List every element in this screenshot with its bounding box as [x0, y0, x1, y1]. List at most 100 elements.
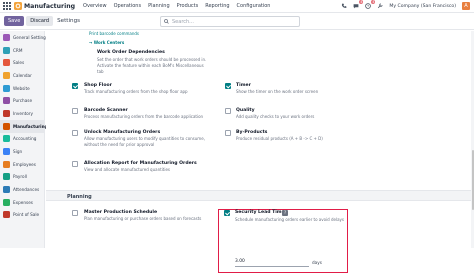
- phone-icon: [342, 3, 347, 8]
- sidebar-item-attendances[interactable]: Attendances: [0, 183, 44, 196]
- byproducts-desc: Produce residual products (A + B -> C + …: [236, 136, 323, 141]
- planning-section-header: Planning: [46, 190, 471, 201]
- sign-icon: [3, 148, 10, 156]
- sidebar-item-point-of-sale[interactable]: Point of Sale: [0, 209, 44, 222]
- settings-sidebar: General Settings CRM Sales Calendar Webs…: [0, 31, 48, 248]
- timer-checkbox[interactable]: [225, 83, 231, 89]
- website-icon: [3, 84, 10, 92]
- tools-button[interactable]: [377, 3, 383, 9]
- menu-configuration[interactable]: Configuration: [237, 3, 271, 9]
- allocation-report-desc: View and allocate manufactured quantitie…: [84, 167, 171, 172]
- mps-desc: Plan manufacturing or purchase orders ba…: [84, 216, 202, 221]
- sidebar-item-label: Manufacturing: [13, 123, 48, 129]
- quality-checkbox[interactable]: [225, 108, 231, 114]
- scrollbar-thumb[interactable]: [471, 150, 474, 210]
- menu-reporting[interactable]: Reporting: [205, 3, 229, 9]
- timer-desc: Show the timer on the work order screen: [236, 89, 319, 94]
- barcode-scanner-checkbox[interactable]: [72, 108, 78, 114]
- menu-planning[interactable]: Planning: [148, 3, 170, 9]
- allocation-report-checkbox[interactable]: [72, 161, 78, 167]
- mps-checkbox[interactable]: [72, 210, 78, 216]
- unlock-mo-title: Unlock Manufacturing Orders: [84, 130, 161, 135]
- sidebar-item-purchase[interactable]: Purchase: [0, 94, 44, 107]
- planning-section-title: Planning: [67, 193, 92, 200]
- menu-overview[interactable]: Overview: [83, 3, 107, 9]
- mps-title: Master Production Schedule: [84, 210, 158, 215]
- sidebar-item-sign[interactable]: Sign: [0, 145, 44, 158]
- sidebar-item-accounting[interactable]: Accounting: [0, 133, 44, 146]
- shop-floor-title: Shop Floor: [84, 83, 112, 88]
- byproducts-title: By-Products: [236, 130, 268, 135]
- main-menu: Overview Operations Planning Products Re…: [83, 3, 270, 9]
- allocation-report-title: Allocation Report for Manufacturing Orde…: [84, 161, 197, 166]
- manufacturing-logo-icon: [14, 2, 22, 10]
- wod-title: Work Order Dependencies: [97, 50, 165, 55]
- sidebar-item-manufacturing[interactable]: Manufacturing: [0, 119, 48, 133]
- employees-icon: [3, 160, 10, 168]
- sidebar-item-inventory[interactable]: Inventory: [0, 107, 44, 120]
- sidebar-item-website[interactable]: Website: [0, 82, 44, 95]
- save-button[interactable]: Save: [4, 16, 25, 26]
- point-of-sale-icon: [3, 211, 10, 219]
- work-centers-link[interactable]: → Work Centers: [89, 40, 124, 45]
- inventory-icon: [3, 109, 10, 117]
- unlock-mo-desc-line1: Allow manufacturing users to modify quan…: [84, 136, 205, 141]
- sidebar-item-label: Employees: [13, 161, 36, 167]
- help-icon[interactable]: ?: [282, 209, 288, 216]
- activity-count-badge: 4: [371, 0, 376, 4]
- sidebar-item-label: Payroll: [13, 174, 27, 180]
- search-input[interactable]: Search...: [160, 16, 300, 27]
- discard-button[interactable]: Discard: [26, 16, 54, 26]
- quality-title: Quality: [236, 108, 255, 113]
- shop-floor-desc: Track manufacturing orders from the shop…: [84, 89, 188, 94]
- accounting-icon: [3, 135, 10, 143]
- sidebar-item-expenses[interactable]: Expenses: [0, 196, 44, 209]
- chat-icon: [353, 4, 359, 9]
- user-avatar[interactable]: A: [462, 2, 470, 10]
- quality-desc: Add quality checks to your work orders: [236, 114, 315, 119]
- sidebar-item-crm[interactable]: CRM: [0, 44, 44, 57]
- search-icon: [164, 19, 169, 24]
- sidebar-item-label: Purchase: [13, 98, 33, 104]
- sales-icon: [3, 59, 10, 67]
- barcode-scanner-title: Barcode Scanner: [84, 108, 128, 113]
- sidebar-item-label: General Settings: [13, 34, 49, 40]
- unlock-mo-checkbox[interactable]: [72, 130, 78, 136]
- activity-button[interactable]: 4: [365, 0, 376, 9]
- wrench-icon: [378, 3, 383, 9]
- security-lead-time-checkbox[interactable]: [224, 210, 230, 216]
- expenses-icon: [3, 198, 10, 206]
- security-lead-time-desc: Schedule manufacturing orders earlier to…: [235, 217, 344, 222]
- sidebar-item-sales[interactable]: Sales: [0, 56, 44, 69]
- security-lead-time-title: Security Lead Time: [235, 210, 285, 215]
- sidebar-item-label: Sales: [13, 60, 25, 66]
- clock-icon: [365, 3, 372, 9]
- app-menu-icon[interactable]: [2, 2, 11, 11]
- settings-content: Print barcode commands → Work Centers Wo…: [46, 31, 474, 273]
- app-brand[interactable]: Manufacturing: [24, 3, 75, 10]
- timer-title: Timer: [236, 83, 251, 88]
- barcode-scanner-desc: Process manufacturing orders from the ba…: [84, 114, 204, 119]
- phone-button[interactable]: [341, 3, 347, 9]
- manufacturing-icon: [3, 122, 10, 130]
- sidebar-item-payroll[interactable]: Payroll: [0, 171, 44, 184]
- chat-button[interactable]: 4: [353, 0, 364, 9]
- top-navbar: Manufacturing Overview Operations Planni…: [0, 0, 474, 13]
- sidebar-item-label: Attendances: [13, 187, 40, 193]
- byproducts-checkbox[interactable]: [225, 130, 231, 136]
- systray: 4 4 My Company (San Francisco) A: [341, 0, 470, 10]
- security-lead-time-input[interactable]: 3.00: [235, 259, 309, 267]
- sidebar-item-label: Calendar: [13, 72, 32, 78]
- wod-desc-line2: Activate the feature within each BoM's M…: [97, 63, 204, 68]
- company-switcher[interactable]: My Company (San Francisco): [389, 4, 456, 9]
- general-settings-icon: [3, 33, 10, 41]
- shop-floor-checkbox[interactable]: [72, 83, 78, 89]
- menu-operations[interactable]: Operations: [114, 3, 142, 9]
- print-barcode-link[interactable]: Print barcode commands: [89, 31, 139, 36]
- sidebar-item-calendar[interactable]: Calendar: [0, 69, 44, 82]
- page-title: Settings: [57, 18, 81, 24]
- sidebar-item-label: Point of Sale: [13, 212, 40, 218]
- sidebar-item-employees[interactable]: Employees: [0, 158, 44, 171]
- menu-products[interactable]: Products: [177, 3, 199, 9]
- sidebar-item-general-settings[interactable]: General Settings: [0, 31, 48, 44]
